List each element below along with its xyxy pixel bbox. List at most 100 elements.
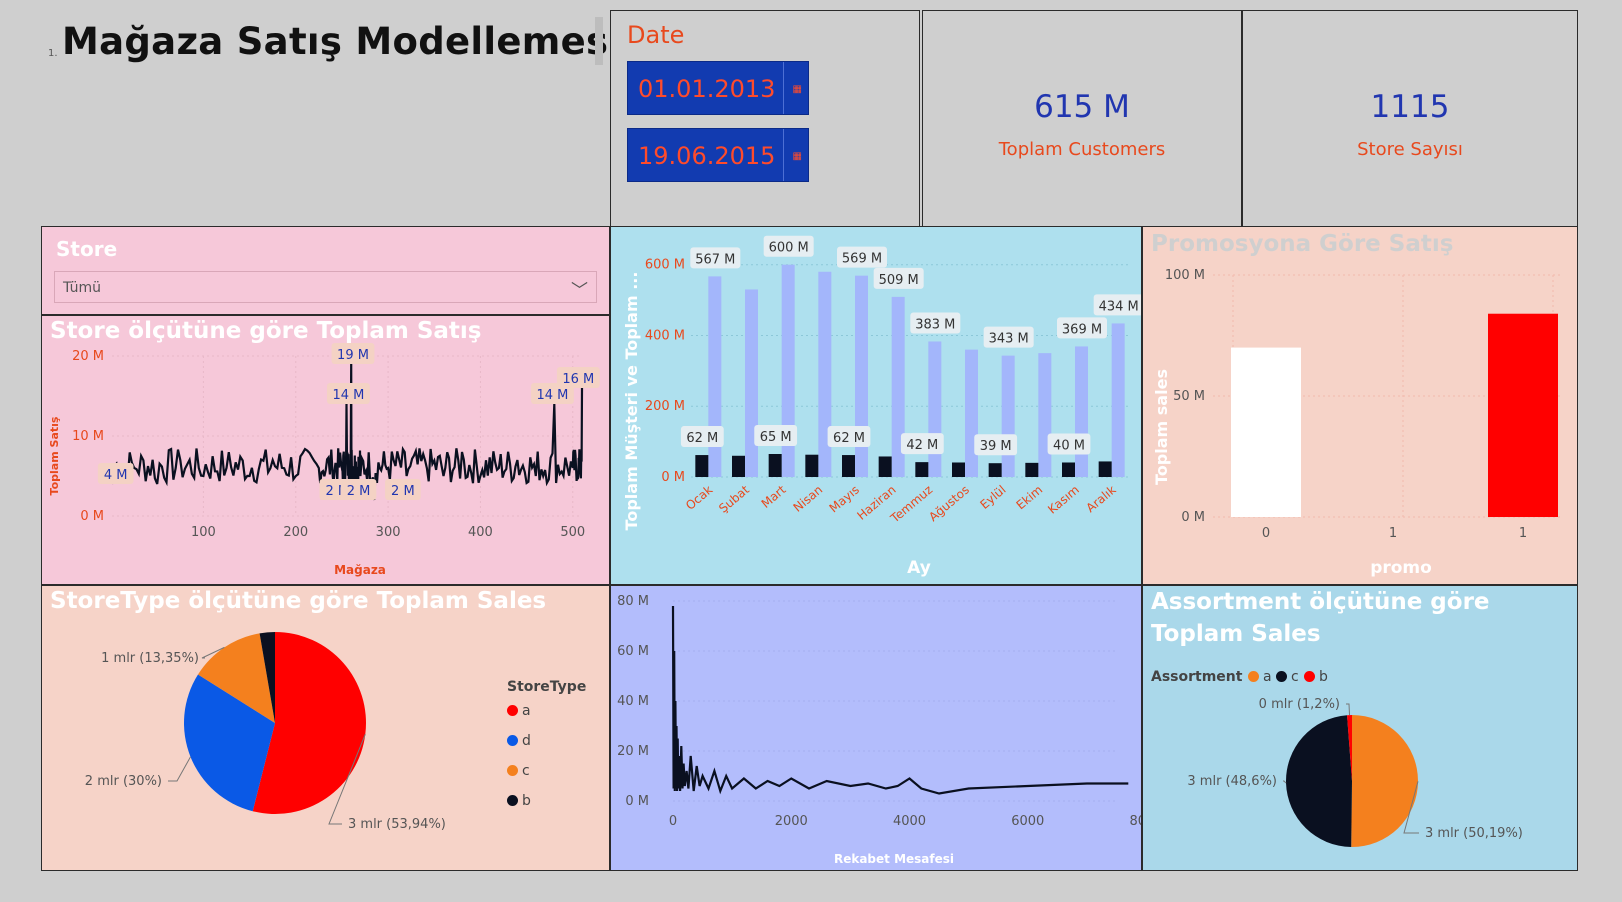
end-date-value: 19.06.2015 [638, 142, 776, 170]
legend-item: d [507, 733, 531, 749]
bar-sales [928, 341, 942, 477]
monthly-chart: Ay Toplam Müşteri ve Toplam ... 0 M 200 M… [610, 226, 1142, 585]
data-label: 434 M [1099, 299, 1139, 314]
bar-customers [1062, 462, 1075, 477]
y-tick-label: 60 M [617, 644, 649, 659]
data-label: 42 M [906, 438, 938, 453]
storetype-chart: StoreType ölçütüne göre Toplam Sales 3 m… [41, 585, 610, 871]
x-tick-label: 8000 [1129, 814, 1141, 829]
store-sales-chart: Store ölçütüne göre Toplam Satış Mağaza … [41, 315, 610, 585]
data-label: 2 M [347, 484, 371, 499]
bar-sales [745, 289, 758, 477]
bar [1488, 313, 1558, 517]
y-tick-label: 10 M [72, 429, 104, 444]
start-date-value: 01.01.2013 [638, 75, 776, 103]
data-label: 39 M [980, 439, 1012, 454]
end-date-picker-button[interactable]: ▦ [783, 129, 808, 181]
data-label: 40 M [1053, 438, 1085, 453]
legend-dot [507, 795, 518, 806]
x-tick-label: Eylül [977, 483, 1008, 512]
bar-customers [695, 455, 709, 477]
x-tick-label: 2000 [775, 814, 808, 829]
x-tick-label: Aralık [1083, 483, 1118, 516]
y-tick-label: 20 M [617, 744, 649, 759]
assortment-chart: Assortment ölçütüne göre Toplam Sales As… [1142, 585, 1578, 871]
bar-customers [768, 454, 782, 477]
storetype-pie: 3 mlr (53,94%) 2 mlr (30%) 1 mlr (13,35%) [85, 632, 446, 832]
promo-chart: Promosyona Göre Satış promo Toplam sales… [1142, 226, 1578, 585]
start-date-picker-button[interactable]: ▦ [783, 62, 808, 114]
x-tick-label: Ekim [1014, 483, 1046, 513]
data-label: 567 M [695, 252, 735, 267]
pie-label: 1 mlr (13,35%) [101, 651, 199, 666]
x-tick-label: 1 [1519, 526, 1527, 541]
data-label: 14 M [537, 388, 569, 403]
x-tick-label: Mart [759, 482, 789, 510]
data-label: 509 M [879, 273, 919, 288]
data-label: 4 M [104, 468, 128, 483]
y-tick-label: 0 M [625, 794, 649, 809]
store-dropdown-value: Tümü [63, 280, 102, 296]
bar-customers [878, 456, 892, 477]
page-title: Mağaza Satış Modellemesi [62, 20, 622, 63]
y-tick-label: 50 M [1173, 389, 1205, 404]
pie-label: 3 mlr (48,6%) [1187, 774, 1277, 789]
x-axis-title: Rekabet Mesafesi [834, 852, 954, 866]
x-axis-title: Ay [907, 558, 931, 578]
kpi-card-customers: 615 M Toplam Customers [922, 10, 1242, 228]
pie-label: 2 mlr (30%) [85, 774, 162, 789]
y-axis-title: Toplam sales [1152, 369, 1171, 485]
header-divider [595, 17, 603, 65]
start-date-input[interactable]: 01.01.2013 ▦ [627, 61, 809, 115]
y-tick-label: 0 M [661, 470, 685, 485]
y-tick-label: 600 M [645, 258, 685, 273]
data-label: 600 M [769, 241, 809, 256]
x-tick-label: 400 [468, 525, 493, 540]
x-tick-label: 0 [669, 814, 677, 829]
competition-chart: Rekabet Mesafesi 0 M 20 M 40 M 60 M 80 M 0 200… [610, 585, 1142, 871]
pie-slice [1285, 715, 1352, 847]
store-dropdown[interactable]: Tümü ﹀ [54, 271, 597, 303]
bar-customers [1025, 462, 1039, 477]
pie-label: 3 mlr (50,19%) [1425, 826, 1523, 841]
legend-item: a [507, 703, 531, 719]
y-axis-title: Toplam Müşteri ve Toplam ... [622, 272, 641, 531]
promo-plot: promo Toplam sales 0 M 50 M 100 M 0 1 1 [1152, 268, 1563, 578]
bar-sales [1111, 323, 1125, 477]
legend-dot [507, 735, 518, 746]
x-tick-label: 300 [376, 525, 401, 540]
store-sales-plot: Mağaza Toplam Satış 0 M 10 M 20 M 100 200 300… [48, 343, 600, 577]
bar [1231, 347, 1301, 517]
competition-plot: Rekabet Mesafesi 0 M 20 M 40 M 60 M 80 M 0 200… [617, 594, 1141, 866]
bar-sales [1075, 346, 1088, 477]
bar-sales [1001, 355, 1015, 477]
x-tick-label: 100 [191, 525, 216, 540]
x-tick-label: 6000 [1011, 814, 1044, 829]
pie-slice [1351, 715, 1418, 847]
legend-item: c [507, 763, 530, 779]
bar-customers [842, 455, 855, 477]
pie-leader-line [168, 756, 191, 782]
y-tick-label: 0 M [80, 509, 104, 524]
legend-item: b [507, 793, 531, 809]
y-tick-label: 80 M [617, 594, 649, 609]
x-tick-label: Nisan [791, 483, 826, 515]
data-label: 62 M [833, 431, 865, 446]
title-number: 1. [48, 48, 58, 59]
date-label: Date [627, 21, 685, 49]
assortment-pie: 3 mlr (50,19%) 3 mlr (48,6%) 0 mlr (1,2%) [1187, 697, 1523, 847]
y-tick-label: 200 M [645, 399, 685, 414]
x-tick-label: Ağustos [926, 483, 972, 525]
end-date-input[interactable]: 19.06.2015 ▦ [627, 128, 809, 182]
legend-title: StoreType [507, 679, 587, 695]
x-tick-label: Şubat [716, 482, 752, 515]
x-tick-label: 500 [560, 525, 585, 540]
kpi-value: 1115 [1370, 89, 1450, 125]
bar-customers [732, 455, 745, 477]
y-axis-title: Toplam Satış [48, 416, 61, 495]
bar-sales [965, 349, 978, 477]
bar-customers [1098, 461, 1112, 477]
x-tick-label: 0 [1262, 526, 1270, 541]
calendar-icon: ▦ [792, 151, 802, 162]
pie-label: 0 mlr (1,2%) [1259, 697, 1340, 712]
